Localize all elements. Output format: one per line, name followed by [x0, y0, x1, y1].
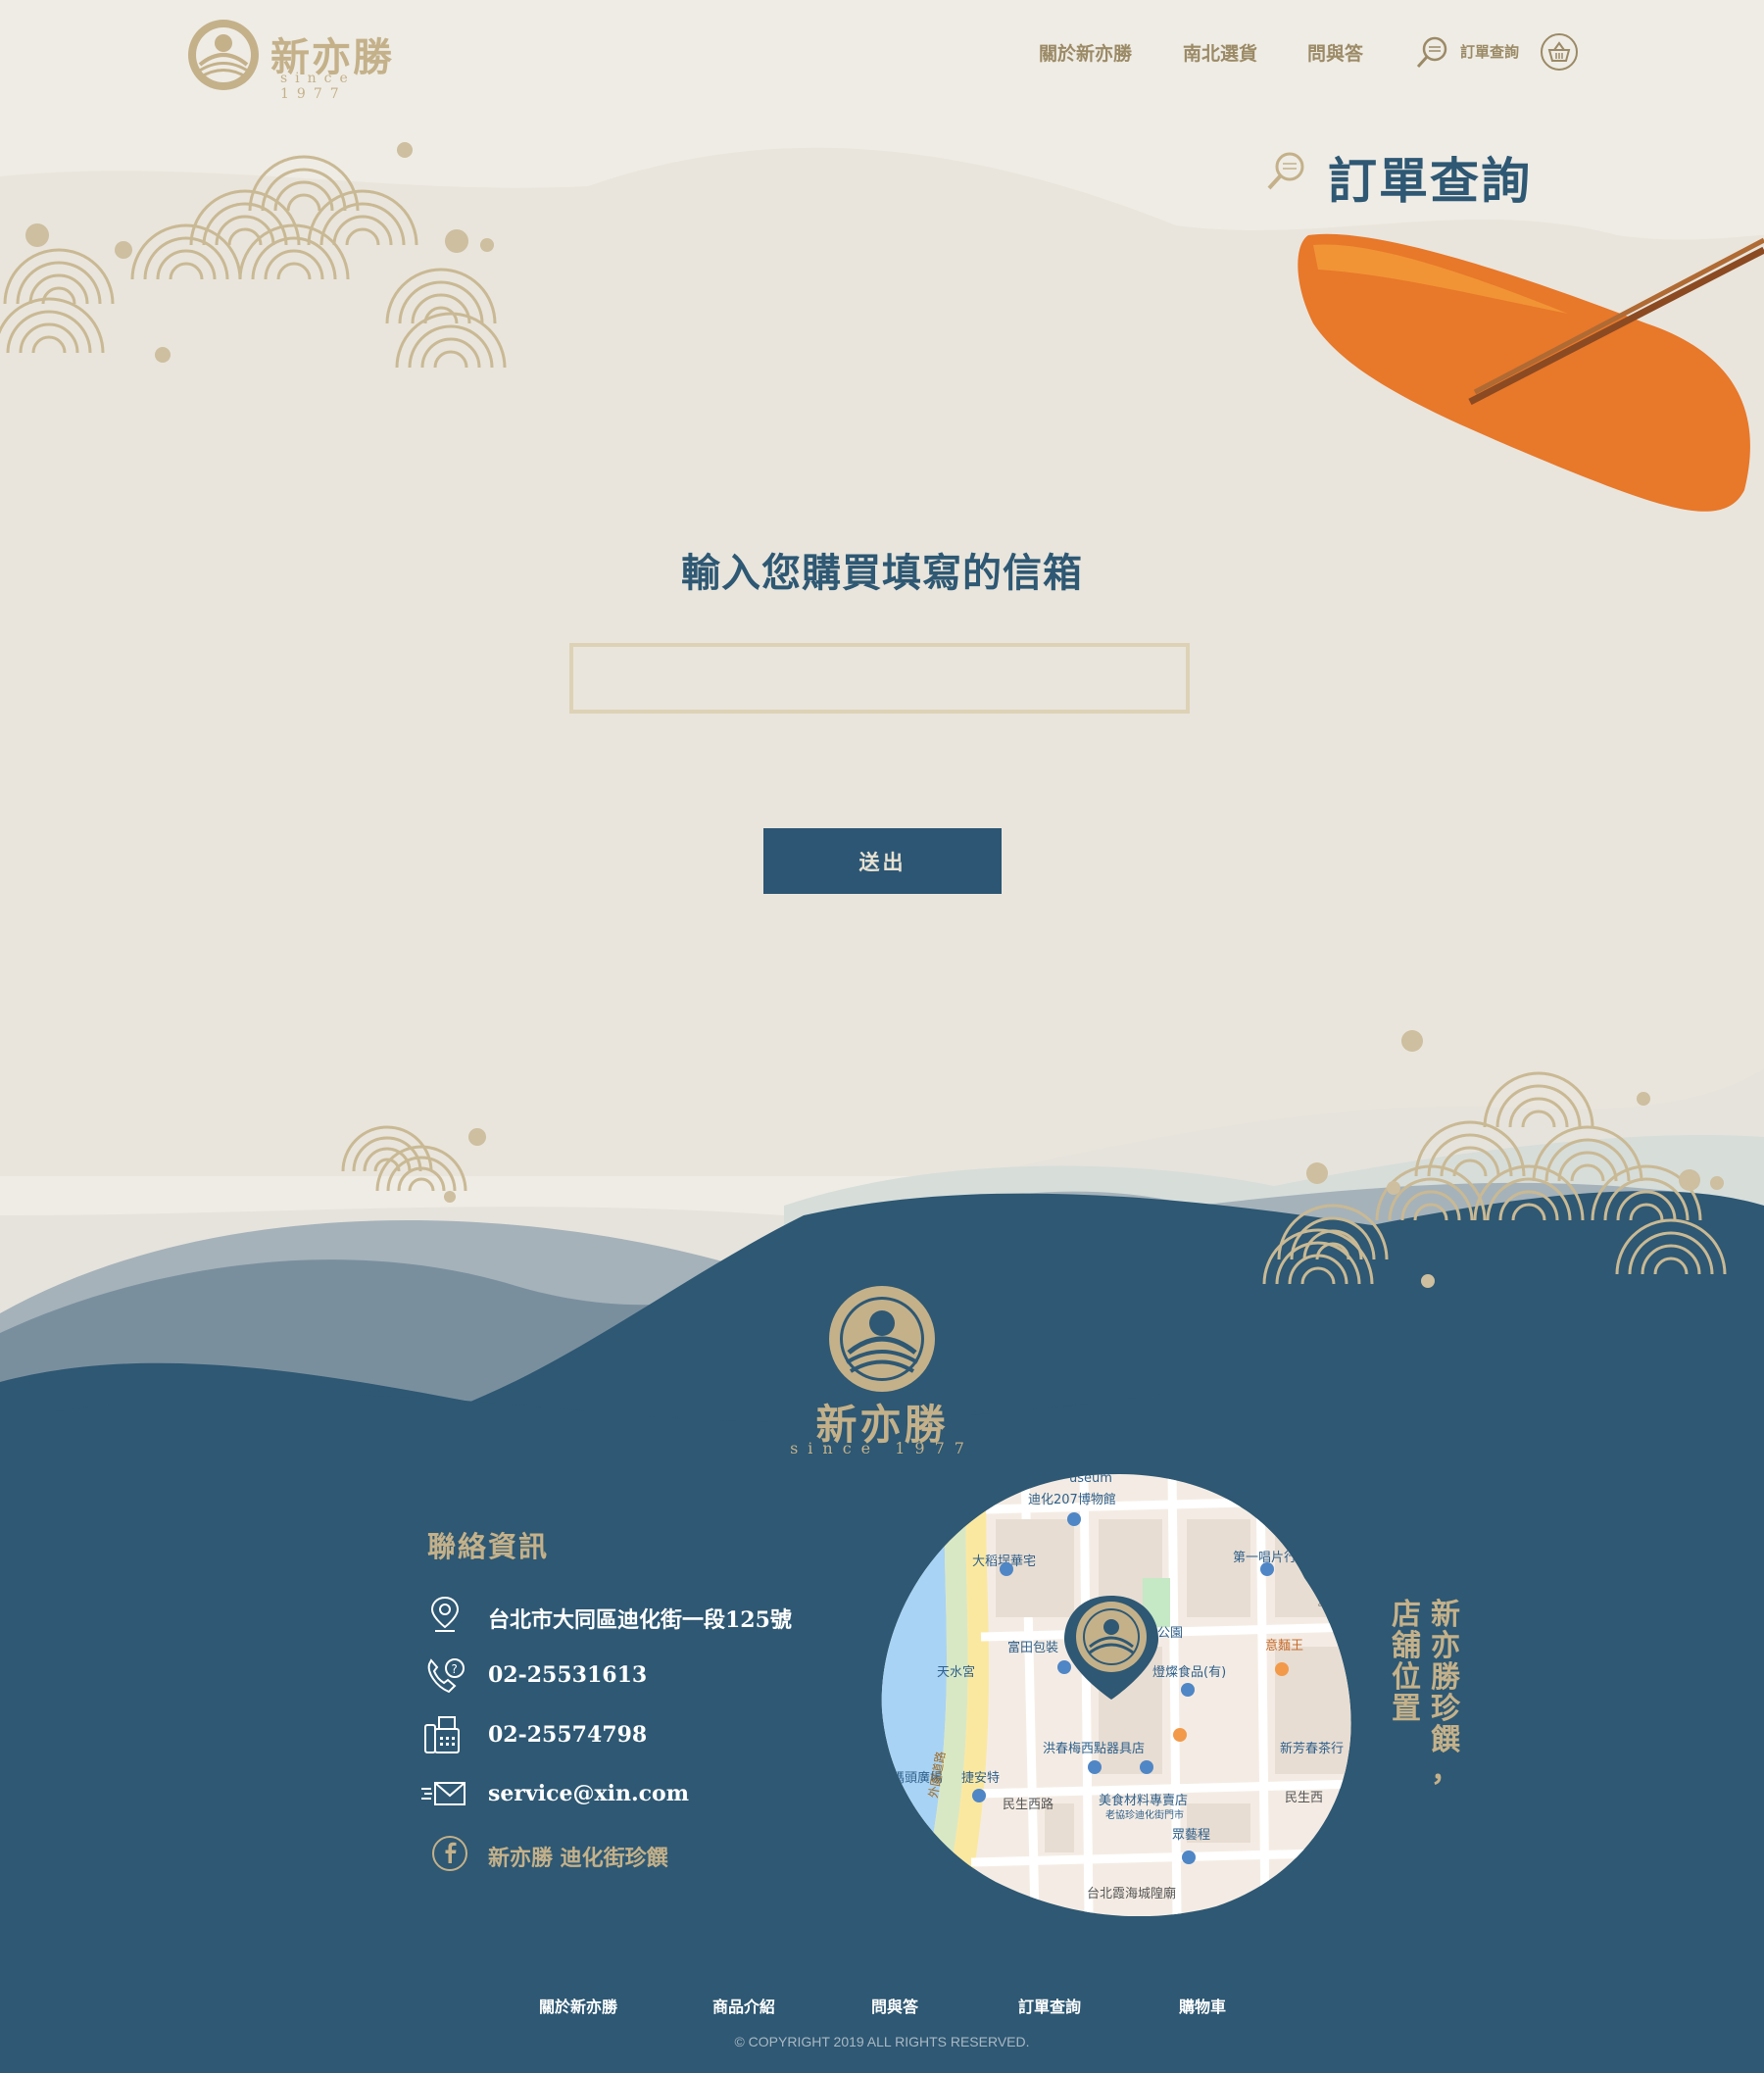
- map-label-jiean: 捷安特: [961, 1771, 1000, 1786]
- contact-phone[interactable]: 02-25531613: [488, 1662, 647, 1688]
- pin-icon: [430, 1596, 460, 1632]
- map-label-futian: 富田包裝: [1007, 1640, 1058, 1655]
- map-label-dengcan: 燈燦食品(有): [1152, 1664, 1226, 1680]
- footer-nav-faq[interactable]: 問與答: [871, 1994, 918, 2017]
- cart-icon[interactable]: [1540, 32, 1579, 72]
- footer-logo-emblem-icon: [829, 1286, 935, 1392]
- site-logo[interactable]: 新亦勝 since 1977: [186, 18, 421, 102]
- footer-nav-products[interactable]: 商品介紹: [712, 1994, 775, 2017]
- map-label-minsheng_w: 民生西路: [1003, 1797, 1054, 1812]
- order-query-label: 訂單查詢: [1460, 43, 1520, 61]
- footer-nav-cart[interactable]: 購物車: [1179, 1994, 1226, 2017]
- map-label-zhongyi: 眾藝程: [1172, 1828, 1210, 1843]
- map-label-museum: 迪化207博物館: [1028, 1493, 1116, 1507]
- logo-emblem-icon: [188, 20, 259, 90]
- nav-faq[interactable]: 問與答: [1307, 39, 1363, 66]
- logo-since: since 1977: [280, 71, 356, 102]
- store-map[interactable]: useum 迪化207博物館 大稻埕華宅 第一唱片行 富田包裝 公園 天水宮 燈…: [878, 1470, 1358, 1916]
- store-location-text-col1: 新亦勝珍饌，: [1431, 1598, 1460, 1789]
- nav-about[interactable]: 關於新亦勝: [1039, 39, 1132, 66]
- form-heading: 輸入您購買填寫的信箱: [681, 550, 1083, 596]
- search-icon: [1267, 152, 1304, 190]
- contact-facebook[interactable]: 新亦勝 迪化街珍饌: [488, 1841, 668, 1872]
- contact-email[interactable]: service@xin.com: [488, 1781, 689, 1806]
- map-label-tianshui: 天水宮: [937, 1664, 975, 1680]
- map-label-museum_top: useum: [1069, 1471, 1112, 1486]
- contact-fax: 02-25574798: [488, 1722, 648, 1748]
- footer-nav-order-query[interactable]: 訂單查詢: [1018, 1994, 1081, 2017]
- map-label-xinfangchun: 新芳春茶行: [1280, 1741, 1344, 1756]
- map-label-xiahai: 台北霞海城隍廟: [1087, 1886, 1176, 1901]
- map-label-minsheng_e: 民生西: [1285, 1791, 1323, 1805]
- footer-logo-since: since 1977: [790, 1439, 974, 1457]
- copyright: © COPYRIGHT 2019 ALL RIGHTS RESERVED.: [734, 2034, 1030, 2049]
- footer-nav-about[interactable]: 關於新亦勝: [539, 1994, 617, 2017]
- svg-text:?: ?: [452, 1662, 458, 1676]
- search-icon: [1416, 36, 1447, 69]
- map-label-yimian: 意麵王: [1265, 1638, 1303, 1653]
- map-label-baoan: 保安街: [1316, 1578, 1329, 1607]
- contact-title: 聯絡資訊: [427, 1530, 550, 1563]
- contact-address: 台北市大同區迪化街一段125號: [488, 1607, 792, 1633]
- facebook-icon[interactable]: [431, 1835, 468, 1872]
- map-label-baking_sub: 老協珍迪化街門市: [1105, 1808, 1184, 1821]
- nav-products[interactable]: 南北選貨: [1183, 39, 1257, 66]
- phone-icon[interactable]: ?: [423, 1656, 466, 1696]
- map-label-hongchun: 洪春梅西點器具店: [1043, 1742, 1145, 1756]
- store-location-text-col2: 店舖位置: [1392, 1598, 1421, 1726]
- email-input[interactable]: [569, 643, 1190, 714]
- fax-icon: [424, 1716, 460, 1753]
- page-title: 訂單查詢: [1328, 152, 1532, 210]
- mail-icon[interactable]: [419, 1780, 468, 1809]
- map-label-baking: 美食材料專賣店: [1099, 1793, 1188, 1808]
- submit-button[interactable]: 送出: [763, 828, 1002, 894]
- map-label-park: 公園: [1157, 1626, 1183, 1641]
